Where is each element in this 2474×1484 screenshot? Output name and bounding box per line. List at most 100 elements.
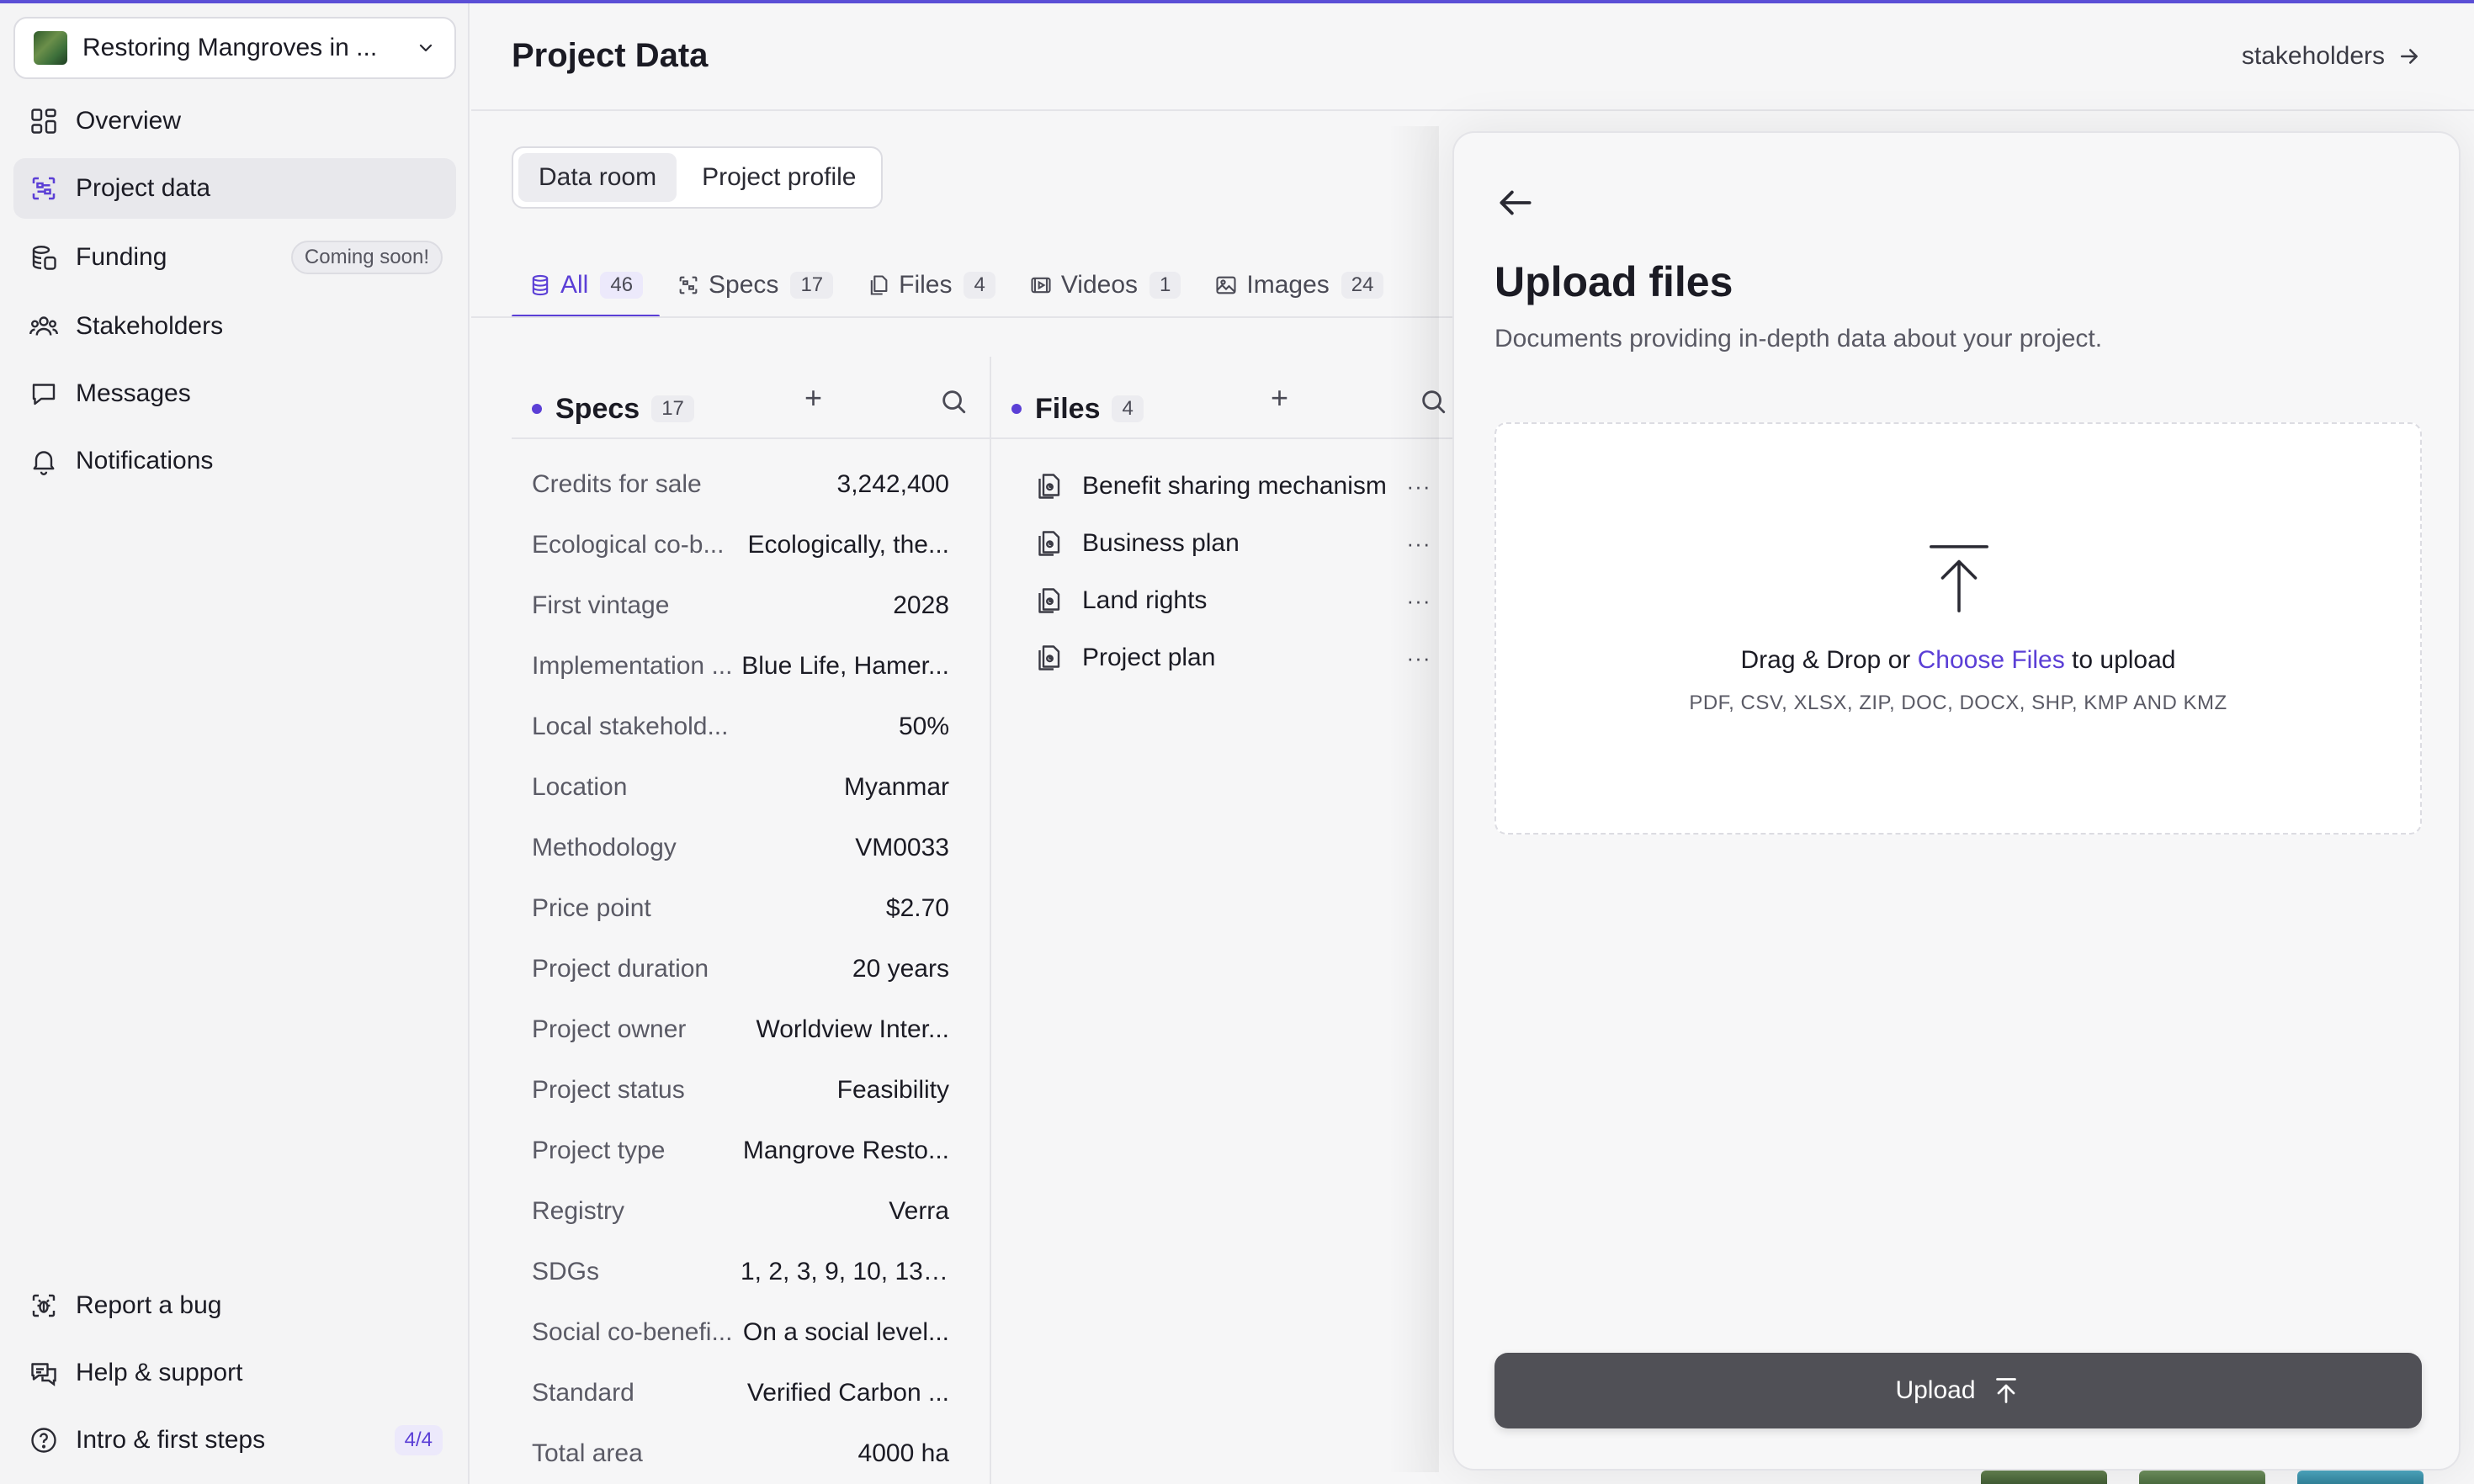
database-icon: [532, 274, 549, 296]
spec-value: Verra: [889, 1197, 949, 1225]
spec-row[interactable]: Local stakehold... 50%: [532, 697, 949, 757]
accepted-formats: PDF, CSV, XLSX, ZIP, DOC, DOCX, SHP, KMP…: [1689, 692, 2227, 714]
spec-value: 3,242,400: [836, 470, 949, 498]
tab-label: Images: [1246, 271, 1330, 299]
tab-count: 24: [1341, 272, 1384, 299]
file-name: Land rights: [1082, 586, 1208, 614]
spec-label: Project duration: [532, 955, 709, 983]
spec-value: 2028: [893, 591, 949, 619]
tab-all[interactable]: All 46: [512, 252, 661, 318]
add-spec-button[interactable]: +: [804, 380, 822, 416]
bug-icon: [27, 1289, 61, 1322]
file-item[interactable]: Benefit sharing mechanism···: [1033, 458, 1432, 515]
file-dropzone[interactable]: Drag & Drop or Choose Files to upload PD…: [1494, 422, 2422, 835]
image-thumbnail: [2139, 1471, 2265, 1484]
tab-label: Files: [899, 271, 953, 299]
chevron-down-icon: [419, 44, 433, 52]
spec-value: VM0033: [855, 834, 949, 861]
spec-row[interactable]: Project status Feasibility: [532, 1060, 949, 1121]
spec-row[interactable]: Project duration 20 years: [532, 939, 949, 999]
sidebar-item-label: Stakeholders: [76, 312, 224, 340]
steps-progress-badge: 4/4: [394, 1425, 443, 1455]
tab-label: All: [560, 271, 589, 299]
tab-videos[interactable]: Videos 1: [1012, 252, 1198, 318]
sidebar-item-messages[interactable]: Messages: [13, 363, 456, 424]
spec-row[interactable]: Total area 4000 ha: [532, 1423, 949, 1484]
spec-label: Total area: [532, 1439, 643, 1467]
sidebar-item-funding[interactable]: Funding Coming soon!: [13, 227, 456, 288]
data-icon: [27, 172, 61, 205]
specs-icon: [679, 276, 698, 294]
choose-files-link[interactable]: Choose Files: [1918, 646, 2065, 674]
spec-row[interactable]: Location Myanmar: [532, 757, 949, 818]
sidebar-item-label: Messages: [76, 379, 191, 407]
intro-first-steps-link[interactable]: Intro & first steps 4/4: [13, 1410, 456, 1471]
upload-arrow-icon: [1995, 1378, 2016, 1403]
tab-count: 1: [1149, 272, 1181, 299]
data-tabs: All 46 Specs 17 Files 4 Videos 1 Images …: [512, 252, 1400, 318]
file-item[interactable]: Business plan···: [1033, 515, 1432, 572]
stakeholders-link-label: stakeholders: [2241, 42, 2385, 70]
spec-row[interactable]: Project owner Worldview Inter...: [532, 999, 949, 1060]
sidebar-item-project-data[interactable]: Project data: [13, 158, 456, 219]
spec-value: Myanmar: [843, 773, 949, 801]
specs-header-divider: [512, 437, 990, 439]
image-icon: [1216, 276, 1236, 294]
spec-value: Mangrove Resto...: [742, 1137, 949, 1164]
tab-count: 17: [790, 272, 834, 299]
add-file-button[interactable]: +: [1271, 380, 1288, 416]
spec-row[interactable]: Standard Verified Carbon ...: [532, 1363, 949, 1423]
spec-row[interactable]: Project type Mangrove Resto...: [532, 1121, 949, 1181]
sidebar-item-label: Help & support: [76, 1359, 243, 1386]
files-count: 4: [1112, 395, 1144, 422]
spec-row[interactable]: SDGs 1, 2, 3, 9, 10, 13, ...: [532, 1242, 949, 1302]
file-item[interactable]: Land rights···: [1033, 572, 1432, 629]
spec-label: Price point: [532, 894, 651, 922]
spec-row[interactable]: Social co-benefi... On a social level...: [532, 1302, 949, 1363]
spec-row[interactable]: Registry Verra: [532, 1181, 949, 1242]
segment-data-room[interactable]: Data room: [518, 153, 677, 202]
document-icon: [1038, 531, 1060, 556]
tab-count: 4: [964, 272, 995, 299]
spec-label: Implementation ...: [532, 652, 733, 680]
upload-button-label: Upload: [1895, 1376, 1976, 1404]
spec-label: SDGs: [532, 1258, 600, 1285]
to-upload-text: to upload: [2072, 646, 2176, 674]
sidebar-item-overview[interactable]: Overview: [13, 91, 456, 151]
sidebar-item-label: Funding: [76, 243, 167, 271]
panel-shadow: [1388, 126, 1439, 1472]
segment-project-profile[interactable]: Project profile: [682, 153, 876, 202]
upload-button[interactable]: Upload: [1494, 1353, 2422, 1428]
tab-specs[interactable]: Specs 17: [660, 252, 850, 318]
main-header: Project Data stakeholders: [471, 3, 2474, 111]
project-selector[interactable]: Restoring Mangroves in ...: [13, 17, 456, 79]
tab-files[interactable]: Files 4: [850, 252, 1012, 318]
file-name: Project plan: [1082, 644, 1216, 671]
tabs-divider: [471, 316, 1464, 318]
spec-label: Local stakehold...: [532, 713, 729, 740]
spec-row[interactable]: Implementation ... Blue Life, Hamer...: [532, 636, 949, 697]
spec-value: Blue Life, Hamer...: [741, 652, 949, 680]
stakeholders-link[interactable]: stakeholders: [2242, 42, 2422, 71]
spec-row[interactable]: Ecological co-b... Ecologically, the...: [532, 515, 949, 575]
tab-images[interactable]: Images 24: [1197, 252, 1400, 318]
sidebar: Restoring Mangroves in ... Overview Proj…: [0, 0, 470, 1484]
document-icon: [1038, 474, 1060, 499]
spec-row[interactable]: Price point $2.70: [532, 878, 949, 939]
people-icon: [27, 310, 61, 343]
sidebar-item-stakeholders[interactable]: Stakeholders: [13, 296, 456, 357]
sidebar-item-label: Notifications: [76, 447, 214, 474]
spec-row[interactable]: Methodology VM0033: [532, 818, 949, 878]
sidebar-item-notifications[interactable]: Notifications: [13, 431, 456, 491]
spec-label: Standard: [532, 1379, 634, 1407]
help-support-link[interactable]: Help & support: [13, 1343, 456, 1403]
spec-row[interactable]: Credits for sale 3,242,400: [532, 454, 949, 515]
upload-panel-subtitle: Documents providing in-depth data about …: [1494, 325, 2103, 352]
tab-label: Specs: [709, 271, 779, 299]
search-specs-icon[interactable]: [939, 387, 968, 416]
back-arrow-icon[interactable]: [1494, 182, 1537, 224]
report-bug-link[interactable]: Report a bug: [13, 1275, 456, 1336]
file-item[interactable]: Project plan···: [1033, 629, 1432, 686]
spec-row[interactable]: First vintage 2028: [532, 575, 949, 636]
spec-label: Project type: [532, 1137, 666, 1164]
